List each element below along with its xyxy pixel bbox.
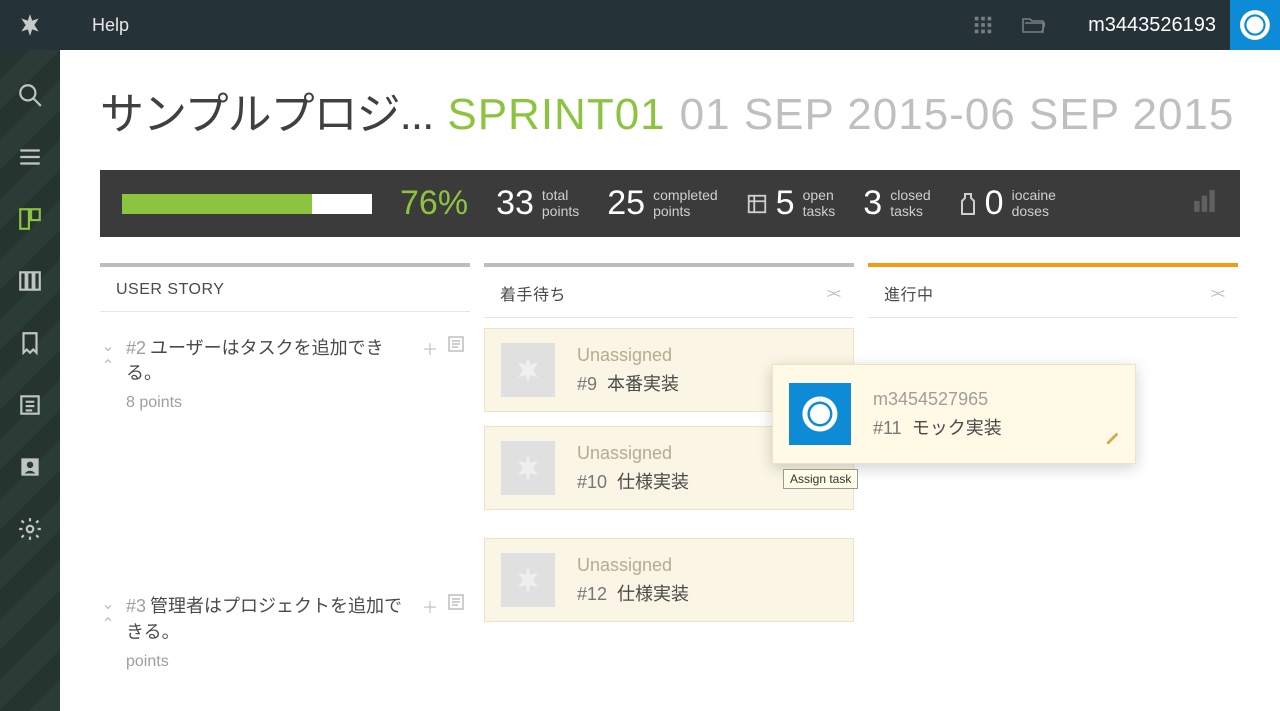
story-points[interactable]: points [126,653,464,671]
user-story-item[interactable]: ⌄⌃ #3管理者はプロジェクトを追加できる。 ＋ points [100,580,470,688]
total-points-stat: 33 totalpoints [496,184,579,223]
sprint-title-row: サンプルプロジ... SPRINT01 01 SEP 2015-06 SEP 2… [100,78,1240,142]
column-in-progress: 進行中 > < Assign task m3454527965 #11モック実装 [868,263,1238,689]
collapse-story-icon[interactable]: ⌄⌃ [100,336,116,412]
assignee-name[interactable]: Unassigned [577,555,837,576]
collapse-story-icon[interactable]: ⌄⌃ [100,594,116,670]
fold-column-icon[interactable]: > < [1211,285,1222,301]
topbar: Help m3443526193 [0,0,1280,50]
completed-points-stat: 25 completedpoints [607,184,717,223]
folder-icon[interactable] [1008,0,1058,50]
username-label: m3443526193 [1058,14,1230,37]
edit-pencil-icon[interactable] [1105,430,1121,451]
stats-chart-icon[interactable] [1192,190,1218,217]
team-icon[interactable] [15,452,45,482]
assignee-name[interactable]: Unassigned [577,345,837,366]
add-task-icon[interactable]: ＋ [422,594,438,618]
column-header-in-progress: 進行中 > < [868,263,1238,318]
column-header-user-story: USER STORY [100,263,470,312]
column-header-waiting: 着手待ち > < [484,263,854,318]
closed-tasks-stat: 3 closedtasks [863,184,930,223]
assignee-avatar-icon[interactable] [501,553,555,607]
assignee-avatar-icon[interactable] [501,441,555,495]
progress-percent: 76% [400,184,468,223]
task-board: USER STORY ⌄⌃ #2ユーザーはタスクを追加できる。 ＋ [100,263,1240,689]
backlog-icon[interactable] [15,142,45,172]
story-detail-icon[interactable] [448,336,464,360]
help-link[interactable]: Help [92,15,129,36]
story-points[interactable]: 8 points [126,394,464,412]
task-title[interactable]: #11モック実装 [873,414,1119,440]
main-content: サンプルプロジ... SPRINT01 01 SEP 2015-06 SEP 2… [60,50,1280,711]
settings-gear-icon[interactable] [15,514,45,544]
fold-column-icon[interactable]: > < [827,285,838,301]
story-title[interactable]: #2ユーザーはタスクを追加できる。 [126,336,412,386]
assignee-name[interactable]: m3454527965 [873,389,1119,410]
story-detail-icon[interactable] [448,594,464,618]
user-story-item[interactable]: ⌄⌃ #2ユーザーはタスクを追加できる。 ＋ 8 points [100,322,470,430]
add-task-icon[interactable]: ＋ [422,336,438,360]
assign-task-tooltip: Assign task [783,469,858,489]
story-title[interactable]: #3管理者はプロジェクトを追加できる。 [126,594,412,644]
stats-bar: 76% 33 totalpoints 25 completedpoints 5 … [100,170,1240,237]
task-title[interactable]: #12仕様実装 [577,580,837,606]
column-user-story: USER STORY ⌄⌃ #2ユーザーはタスクを追加できる。 ＋ [100,263,470,689]
kanban-board-icon[interactable] [15,204,45,234]
task-card[interactable]: Assign task m3454527965 #11モック実装 [772,364,1136,464]
progress-bar [122,194,372,214]
assignee-avatar-icon[interactable] [501,343,555,397]
user-avatar-button[interactable] [1230,0,1280,50]
sprint-name: SPRINT01 [447,90,665,140]
app-logo[interactable] [0,0,60,50]
assignee-avatar-icon[interactable]: Assign task [789,383,851,445]
open-tasks-stat: 5 opentasks [746,184,836,223]
issues-bookmark-icon[interactable] [15,328,45,358]
columns-icon[interactable] [15,266,45,296]
sidebar [0,50,60,711]
project-name[interactable]: サンプルプロジ... [100,78,433,142]
sprint-dates: 01 SEP 2015-06 SEP 2015 [680,90,1235,140]
search-icon[interactable] [15,80,45,110]
apps-grid-icon[interactable] [958,0,1008,50]
task-card[interactable]: Unassigned #12仕様実装 [484,538,854,622]
iocaine-stat: 0 iocainedoses [959,184,1056,223]
wiki-icon[interactable] [15,390,45,420]
